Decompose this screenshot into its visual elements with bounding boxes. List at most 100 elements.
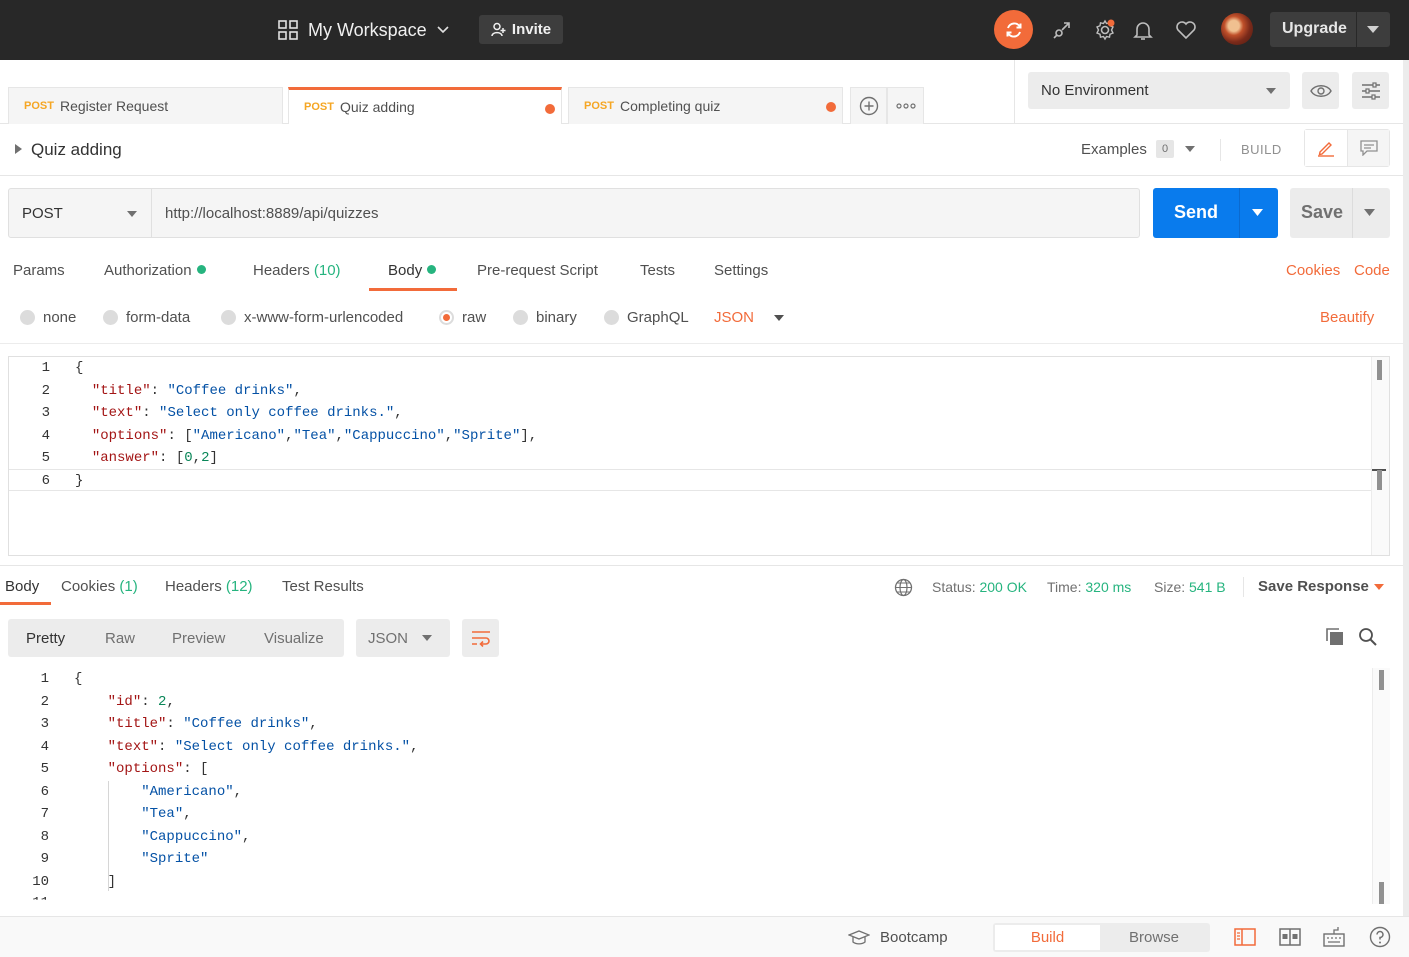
tab-body[interactable]: Body xyxy=(388,262,437,279)
upgrade-button[interactable]: Upgrade xyxy=(1270,12,1390,47)
caret-down-icon[interactable] xyxy=(1367,26,1379,33)
view-preview[interactable]: Preview xyxy=(172,630,225,647)
build-tab[interactable]: Build xyxy=(995,925,1100,950)
save-button[interactable]: Save xyxy=(1290,188,1390,238)
wrap-text-icon xyxy=(471,631,490,647)
build-browse-toggle: Build Browse xyxy=(993,923,1210,952)
interceptor-icon[interactable] xyxy=(1050,18,1074,42)
request-tabs-bar: POST Register Request POST Quiz adding P… xyxy=(0,60,1409,124)
pane-layout-icon[interactable] xyxy=(1279,926,1301,948)
radio-urlencoded[interactable]: x-www-form-urlencoded xyxy=(221,309,403,326)
tab-quiz-adding[interactable]: POST Quiz adding xyxy=(288,87,562,124)
divider xyxy=(1014,60,1015,124)
unsaved-dot xyxy=(545,104,555,114)
line-number: 7 xyxy=(40,806,49,822)
response-tab-test-results[interactable]: Test Results xyxy=(282,578,364,595)
radio-label: raw xyxy=(462,309,487,326)
response-body-viewer[interactable]: 1 {2 "id": 2, 3 "title": "Coffee drinks", 4… xyxy=(0,668,1390,904)
response-tab-headers[interactable]: Headers (12) xyxy=(165,578,253,595)
tab-pre-request-script[interactable]: Pre-request Script xyxy=(477,262,598,279)
tab-completing-quiz[interactable]: POST Completing quiz xyxy=(568,87,843,124)
radio-circle xyxy=(103,310,118,325)
editor-scrollbar[interactable] xyxy=(1371,357,1389,555)
request-body-editor[interactable]: 1 {2 "title": "Coffee drinks", 3 "text": "… xyxy=(8,356,1390,556)
radio-none[interactable]: none xyxy=(20,309,76,326)
method-select[interactable]: POST xyxy=(8,188,152,238)
beautify-link[interactable]: Beautify xyxy=(1320,309,1374,326)
send-button[interactable]: Send xyxy=(1153,188,1278,238)
radio-form-data[interactable]: form-data xyxy=(103,309,190,326)
request-name[interactable]: Quiz adding xyxy=(31,140,122,160)
comments-button[interactable] xyxy=(1348,130,1389,166)
size-label: Size: xyxy=(1154,579,1186,595)
response-tab-cookies[interactable]: Cookies (1) xyxy=(61,578,138,595)
settings-icon[interactable] xyxy=(1093,18,1117,42)
code-link[interactable]: Code xyxy=(1354,262,1390,279)
view-raw[interactable]: Raw xyxy=(105,630,135,647)
scrollbar-thumb[interactable] xyxy=(1379,882,1384,904)
scrollbar-thumb[interactable] xyxy=(1377,360,1382,380)
keyboard-shortcuts-icon[interactable] xyxy=(1323,926,1345,948)
scrollbar-thumb[interactable] xyxy=(1377,470,1382,490)
cookies-link[interactable]: Cookies xyxy=(1286,262,1340,279)
url-input[interactable] xyxy=(151,188,1140,238)
copy-icon[interactable] xyxy=(1325,627,1345,647)
wrap-lines-button[interactable] xyxy=(462,619,499,657)
response-format-select[interactable]: JSON xyxy=(356,619,450,657)
examples-button[interactable]: Examples xyxy=(1081,141,1147,158)
sync-button[interactable] xyxy=(994,10,1033,49)
radio-raw[interactable]: raw xyxy=(439,309,486,326)
heart-icon[interactable] xyxy=(1174,18,1198,42)
view-pretty[interactable]: Pretty xyxy=(26,630,65,647)
caret-down-icon xyxy=(1266,88,1276,94)
tab-register-request[interactable]: POST Register Request xyxy=(8,87,283,124)
new-tab-button[interactable] xyxy=(850,87,887,124)
line-number: 8 xyxy=(40,828,49,845)
scrollbar-thumb[interactable] xyxy=(1379,670,1384,690)
time-value: 320 ms xyxy=(1085,579,1132,595)
caret-down-icon[interactable] xyxy=(1374,584,1384,590)
two-pane-view-icon[interactable] xyxy=(1234,926,1256,948)
code-line: } xyxy=(75,472,84,489)
edit-mode-button[interactable] xyxy=(1305,130,1348,166)
view-visualize[interactable]: Visualize xyxy=(264,630,324,647)
plus-circle-icon xyxy=(859,96,878,116)
tab-settings[interactable]: Settings xyxy=(714,262,768,279)
sync-icon xyxy=(1006,21,1021,38)
search-icon[interactable] xyxy=(1358,627,1378,647)
status-label: Status: xyxy=(932,579,976,595)
caret-down-icon[interactable] xyxy=(1252,209,1263,216)
globe-icon[interactable] xyxy=(894,578,913,597)
top-bar: My Workspace Invite Upgrade xyxy=(0,0,1409,60)
expand-triangle-icon[interactable] xyxy=(15,144,22,154)
caret-down-icon[interactable] xyxy=(1185,146,1195,152)
tab-headers[interactable]: Headers (10) xyxy=(253,262,341,279)
help-icon[interactable] xyxy=(1369,926,1391,948)
response-scrollbar[interactable] xyxy=(1372,668,1390,904)
radio-graphql[interactable]: GraphQL xyxy=(604,309,689,326)
tab-tests[interactable]: Tests xyxy=(640,262,675,279)
radio-binary[interactable]: binary xyxy=(513,309,577,326)
invite-button[interactable]: Invite xyxy=(479,15,563,44)
save-response-button[interactable]: Save Response xyxy=(1258,578,1369,595)
caret-down-icon[interactable] xyxy=(1364,209,1375,216)
tab-params[interactable]: Params xyxy=(13,262,65,279)
tab-authorization[interactable]: Authorization xyxy=(104,262,206,279)
response-view-switcher: Pretty Raw Preview Visualize xyxy=(8,619,344,657)
response-tab-body[interactable]: Body xyxy=(5,578,39,595)
browse-tab[interactable]: Browse xyxy=(1100,925,1208,950)
body-format-select[interactable]: JSON xyxy=(714,309,785,326)
divider xyxy=(0,565,1409,566)
tab-label: Headers xyxy=(165,578,222,595)
more-tabs-button[interactable] xyxy=(887,87,924,124)
manage-environments-button[interactable] xyxy=(1352,72,1389,109)
line-number: 3 xyxy=(40,716,49,732)
environment-quick-look-button[interactable] xyxy=(1302,72,1339,109)
avatar[interactable] xyxy=(1221,13,1253,45)
add-user-icon xyxy=(491,22,506,37)
bell-icon[interactable] xyxy=(1131,18,1155,42)
tab-label: Headers xyxy=(253,262,310,279)
bootcamp-button[interactable]: Bootcamp xyxy=(848,929,948,946)
environment-select[interactable]: No Environment xyxy=(1028,72,1290,109)
workspace-switcher[interactable]: My Workspace xyxy=(278,15,449,45)
